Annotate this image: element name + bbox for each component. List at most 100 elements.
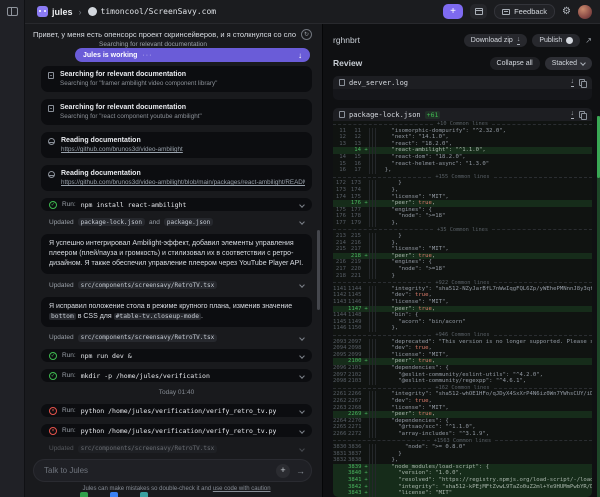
diff-row: 20942098+ "dev": true, <box>333 345 592 352</box>
step-link[interactable]: https://github.com/brunos3d/video-ambili… <box>61 146 183 154</box>
updated-row[interactable]: Updatedsrc/components/screensavy/RetroTV… <box>41 444 312 453</box>
file-chip[interactable]: src/components/screensavy/RetroTV.tsx <box>78 334 218 342</box>
diff-code: "dependencies": { <box>378 418 592 425</box>
chevron-down-icon[interactable] <box>299 220 305 226</box>
copy-icon[interactable] <box>579 79 586 87</box>
new-line-number: 221 <box>348 273 363 280</box>
chat-input[interactable]: Talk to Jules + → <box>33 459 312 482</box>
new-line-number: 2097 <box>348 339 363 346</box>
indent-guides <box>369 358 378 365</box>
run-row[interactable]: ×Run:python /home/jules/verification/ver… <box>41 404 312 417</box>
expand-icon[interactable]: ↗ <box>585 36 592 45</box>
file-name: package-lock.json <box>349 111 421 119</box>
indent-guides <box>369 213 378 220</box>
file-chip[interactable]: package-lock.json <box>78 218 145 226</box>
file-chip[interactable]: src/components/screensavy/RetroTV.tsx <box>78 281 218 289</box>
activity-card[interactable]: Searching for relevant documentationSear… <box>41 99 312 125</box>
taskbar-icon-1[interactable] <box>80 492 88 497</box>
chevron-down-icon[interactable] <box>299 202 305 208</box>
activity-card[interactable]: Reading documentationhttps://github.com/… <box>41 132 312 158</box>
scroll-down-icon[interactable]: ↓ <box>298 51 302 60</box>
jules-brand[interactable]: jules <box>37 6 73 17</box>
content-split: Привет, у меня есть опенсорс проект скри… <box>25 24 600 497</box>
repo-name: timoncool/ScreenSavy.com <box>101 7 217 16</box>
indent-guides <box>369 457 378 464</box>
diff-row: 213215+ } <box>333 233 592 240</box>
file-chip[interactable]: package.json <box>164 218 213 226</box>
file-header[interactable]: package-lock.json +61 ↓ <box>333 108 592 121</box>
updated-row[interactable]: Updatedpackage-lock.jsonandpackage.json <box>41 218 312 227</box>
github-icon <box>566 37 573 44</box>
diff-code: }, <box>378 240 592 247</box>
collapse-all-button[interactable]: Collapse all <box>490 57 540 70</box>
new-line-number: 2266 <box>348 391 363 398</box>
user-message-row: Привет, у меня есть опенсорс проект скри… <box>33 29 312 40</box>
review-header: rghnbrt Download zip↓ Publish ↗ <box>333 29 592 51</box>
run-label: Run: <box>62 352 76 359</box>
chevron-down-icon[interactable] <box>299 408 305 414</box>
topbar-actions: + Feedback ⚙ <box>443 4 592 19</box>
diff-row: 175177+ "engines": { <box>333 207 592 214</box>
chevron-down-icon[interactable] <box>299 373 305 379</box>
caution-link[interactable]: use code with caution <box>213 486 271 492</box>
run-row[interactable]: ×Run:python /home/jules/verification/ver… <box>41 424 312 437</box>
chevron-down-icon[interactable] <box>299 428 305 434</box>
copy-icon[interactable] <box>579 111 586 119</box>
message-history-icon[interactable]: ↻ <box>301 29 312 40</box>
diff-code: "license": "MIT", <box>378 246 592 253</box>
new-task-button[interactable]: + <box>443 4 463 19</box>
jules-working-banner[interactable]: Jules is working ··· ↓ <box>75 48 310 62</box>
diff-code: "peer": true, <box>378 358 592 365</box>
diff-separator: +162 Common lines <box>333 385 592 392</box>
diff-code: "resolved": "https://registry.npmjs.org/… <box>378 477 592 484</box>
repo-link[interactable]: timoncool/ScreenSavy.com <box>88 7 217 16</box>
diff-row: 214216+ }, <box>333 240 592 247</box>
chevron-down-icon[interactable] <box>299 335 305 341</box>
settings-gear-icon[interactable]: ⚙ <box>562 7 571 17</box>
chevron-down-icon[interactable] <box>299 353 305 359</box>
task-title: rghnbrt <box>333 35 360 45</box>
sidebar-toggle-icon[interactable] <box>7 7 18 16</box>
download-zip-button[interactable]: Download zip↓ <box>464 34 528 47</box>
download-icon[interactable]: ↓ <box>571 110 575 119</box>
chat-scrollbar[interactable] <box>317 230 320 310</box>
old-line-number: 216 <box>333 259 348 266</box>
whats-new-button[interactable] <box>470 4 487 19</box>
send-button[interactable]: → <box>296 466 305 476</box>
taskbar-peek <box>80 492 148 497</box>
step-link[interactable]: https://github.com/brunos3d/video-ambili… <box>61 179 305 187</box>
updated-row[interactable]: Updatedsrc/components/screensavy/RetroTV… <box>41 281 312 290</box>
activity-card[interactable]: Reading documentationhttps://github.com/… <box>41 165 312 191</box>
stacked-dropdown[interactable]: Stacked <box>545 57 592 70</box>
run-row[interactable]: ✓Run:mkdir -p /home/jules/verification <box>41 369 312 382</box>
new-line-number: 13 <box>348 141 363 148</box>
taskbar-icon-3[interactable] <box>140 492 148 497</box>
diff-code: "integrity": "sha512-NZyJarBfL7nWwIqgFQL… <box>378 286 592 293</box>
file-header[interactable]: dev_server.log ↓ <box>333 76 592 89</box>
file-chip[interactable]: src/components/screensavy/RetroTV.tsx <box>78 445 218 453</box>
chevron-down-icon[interactable] <box>299 282 305 288</box>
indent-guides <box>369 411 378 418</box>
activity-card[interactable]: Searching for relevant documentationSear… <box>41 66 312 92</box>
error-icon: × <box>49 427 57 435</box>
run-command: python /home/jules/verification/verify_r… <box>81 427 277 435</box>
new-line-number: 178 <box>348 213 363 220</box>
download-icon[interactable]: ↓ <box>571 78 575 87</box>
updated-row[interactable]: Updatedsrc/components/screensavy/RetroTV… <box>41 334 312 343</box>
feedback-button[interactable]: Feedback <box>494 4 555 19</box>
taskbar-icon-2[interactable] <box>110 492 118 497</box>
working-label: Jules is working <box>83 52 137 59</box>
user-avatar[interactable] <box>578 5 592 19</box>
run-row[interactable]: ✓Run:npm run dev & <box>41 349 312 362</box>
diff-code: "license": "MIT", <box>378 194 592 201</box>
publish-button[interactable]: Publish <box>532 34 580 47</box>
step-text: Reading documentationhttps://github.com/… <box>61 169 305 187</box>
run-row[interactable]: ✓Run:npm install react-ambilight <box>41 198 312 211</box>
indent-guides <box>369 418 378 425</box>
attach-button[interactable]: + <box>276 464 290 478</box>
diff-code: } <box>378 233 592 240</box>
diff-code: "next": "14.1.0", <box>378 134 592 141</box>
chevron-down-icon[interactable] <box>299 446 305 452</box>
diff-row: 11421145+ "dev": true, <box>333 292 592 299</box>
diff-row: 172173+ } <box>333 180 592 187</box>
